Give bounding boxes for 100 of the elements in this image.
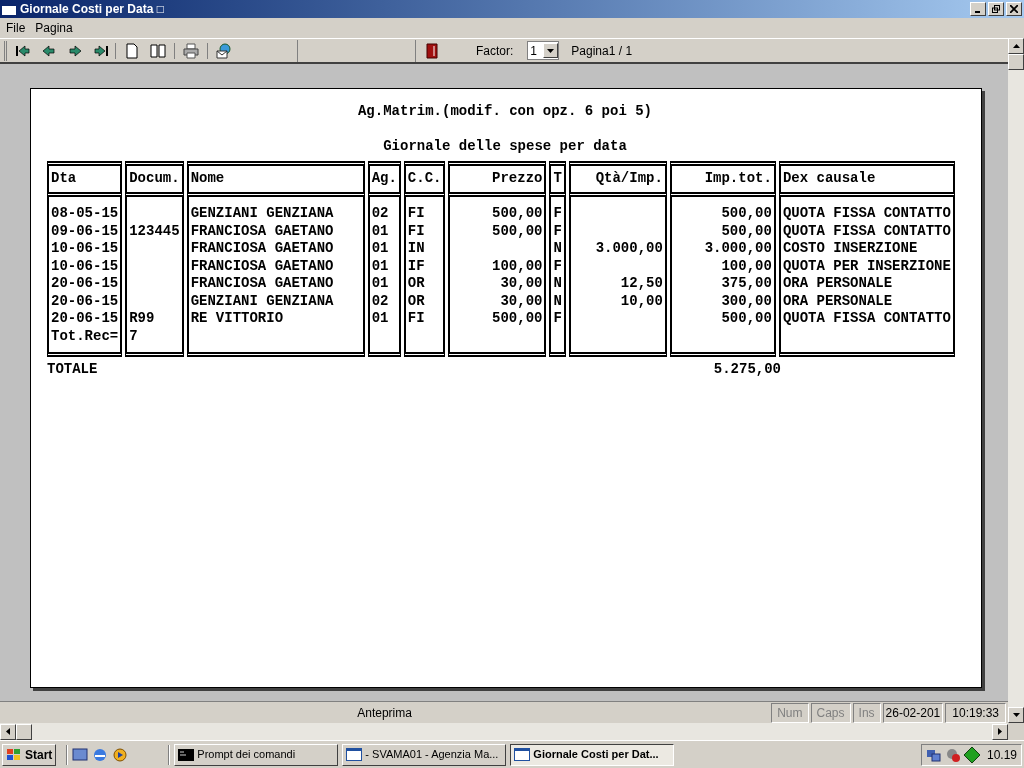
horizontal-scrollbar[interactable] <box>0 723 1008 740</box>
table-cell: FRANCIOSA GAETANO <box>190 240 334 256</box>
factor-dropdown[interactable]: 1 <box>527 41 560 60</box>
table-cell: 10-06-15 <box>51 240 119 256</box>
table-cell: 09-06-15 <box>51 222 119 239</box>
taskbar-button[interactable]: Prompt dei comandi <box>174 743 339 766</box>
tray-clock: 10.19 <box>986 746 1017 764</box>
scroll-up-icon[interactable] <box>1012 44 1020 48</box>
table-cell: R99 <box>129 310 155 326</box>
window-icon <box>2 3 16 15</box>
desktop-icon[interactable] <box>72 746 89 763</box>
table-cell: FRANCIOSA GAETANO <box>190 257 334 274</box>
table-cell: F <box>553 222 562 239</box>
table-cell: F <box>553 257 562 274</box>
table-cell: 01 <box>371 275 389 291</box>
table-cell: 02 <box>371 205 389 221</box>
table-cell: 300,00 <box>721 292 772 309</box>
table-cell: 20-06-15 <box>51 275 119 291</box>
report-title: Ag.Matrim.(modif. con opz. 6 poi 5) <box>356 103 654 121</box>
menu-item[interactable]: File <box>2 19 30 37</box>
table-cell: IN <box>407 240 425 256</box>
table-cell: N <box>553 240 562 256</box>
column-header: T <box>549 161 566 197</box>
table-cell: FI <box>407 222 425 239</box>
table-cell: ORA PERSONALE <box>782 275 893 291</box>
table-cell: 20-06-15 <box>51 292 119 309</box>
column-header: Ag. <box>367 161 401 197</box>
table-cell: FI <box>407 310 425 326</box>
minimize-button[interactable] <box>970 2 986 16</box>
scroll-thumb[interactable] <box>16 723 32 740</box>
first-page-icon[interactable] <box>15 42 31 59</box>
exit-door-icon[interactable] <box>424 42 440 59</box>
table-cell: 500,00 <box>721 310 772 326</box>
status-message: Anteprima <box>356 704 413 722</box>
table-cell: ORA PERSONALE <box>782 292 893 309</box>
report-subtitle: Giornale delle spese per data <box>382 137 628 155</box>
table-cell: 01 <box>371 310 389 326</box>
table-cell: COSTO INSERZIONE <box>782 240 918 256</box>
single-page-icon[interactable] <box>124 42 140 59</box>
table-cell: 12,50 <box>620 275 663 291</box>
table-cell: N <box>553 292 562 309</box>
status-indicator: Caps <box>810 702 851 723</box>
table-cell: 500,00 <box>721 205 772 221</box>
table-cell: 500,00 <box>492 222 543 239</box>
restore-button[interactable] <box>988 2 1004 16</box>
next-page-icon[interactable] <box>67 42 83 59</box>
table-cell: IF <box>407 257 425 274</box>
scroll-thumb[interactable] <box>1008 54 1024 70</box>
table-cell: 500,00 <box>721 222 772 239</box>
table-cell: FRANCIOSA GAETANO <box>190 275 334 291</box>
window-icon <box>346 748 363 761</box>
column-header: Docum. <box>125 161 184 197</box>
table-cell: 375,00 <box>721 275 772 291</box>
printer-icon[interactable] <box>183 42 199 59</box>
scroll-down-icon[interactable] <box>1012 713 1020 717</box>
table-cell: 01 <box>371 257 389 274</box>
column-header: Prezzo <box>448 161 547 197</box>
windows-logo-icon <box>6 747 22 762</box>
start-button[interactable]: Start <box>2 743 57 766</box>
column-header: C.C. <box>403 161 446 197</box>
scroll-right-icon[interactable] <box>998 728 1002 735</box>
status-indicator: Num <box>771 702 809 723</box>
console-icon <box>178 748 195 761</box>
media-player-icon[interactable] <box>112 746 129 763</box>
column-header: Qtà/Imp. <box>568 161 667 197</box>
table-cell: 3.000,00 <box>704 240 772 256</box>
two-pages-icon[interactable] <box>150 42 166 59</box>
table-cell: QUOTA FISSA CONTATTO <box>782 222 951 239</box>
scroll-left-icon[interactable] <box>6 728 10 735</box>
previous-page-icon[interactable] <box>41 42 57 59</box>
factor-label: Factor: <box>476 42 514 60</box>
table-cell: 123445 <box>129 222 180 239</box>
table-cell: 20-06-15 <box>51 310 119 326</box>
table-cell: 01 <box>371 240 389 256</box>
table-cell: 100,00 <box>492 257 543 274</box>
table-cell: 30,00 <box>500 275 543 291</box>
table-cell: 10-06-15 <box>51 257 119 274</box>
table-cell: 30,00 <box>500 292 543 309</box>
total-value: 5.275,00 <box>713 361 781 379</box>
status-indicator: Ins <box>852 702 881 723</box>
table-cell: N <box>553 275 562 291</box>
taskbar-button[interactable]: Giornale Costi per Dat... <box>510 743 675 766</box>
last-page-icon[interactable] <box>93 42 109 59</box>
table-cell: QUOTA FISSA CONTATTO <box>782 310 951 326</box>
table-cell: F <box>553 310 562 326</box>
vertical-scrollbar[interactable] <box>1008 38 1024 723</box>
status-time: 10:19:33 <box>945 702 1006 723</box>
menu-item[interactable]: Pagina <box>31 19 77 37</box>
table-cell: 02 <box>371 292 389 309</box>
close-button[interactable] <box>1006 2 1022 16</box>
window-title: Giornale Costi per Data □ <box>20 1 164 18</box>
total-label: TOTALE <box>47 361 98 379</box>
table-cell: 10,00 <box>620 292 663 309</box>
table-cell: 500,00 <box>492 205 543 221</box>
taskbar-button[interactable]: - SVAMA01 - Agenzia Ma... <box>342 743 507 766</box>
table-cell: QUOTA PER INSERZIONE <box>782 257 951 274</box>
column-header: Dta <box>47 161 123 197</box>
page-indicator: Pagina1 / 1 <box>571 42 633 60</box>
globe-mail-icon[interactable] <box>216 42 232 59</box>
table-cell: F <box>553 205 562 221</box>
